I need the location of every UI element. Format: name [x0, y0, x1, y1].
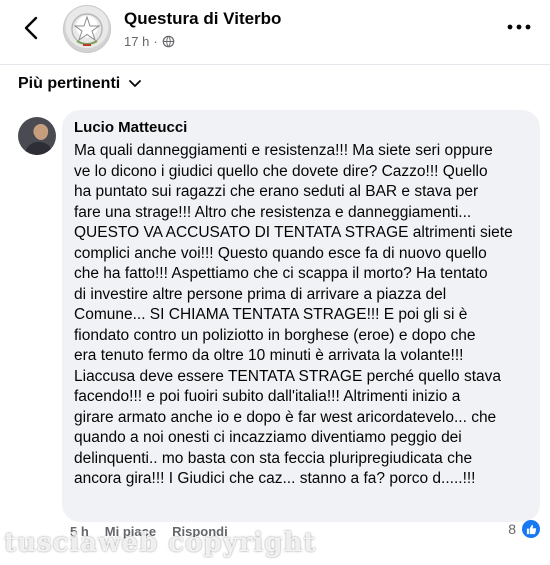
- comment-line: quando a noi onesti ci incazziamo divent…: [74, 429, 462, 446]
- comment-line: Ma quali danneggiamenti e resistenza!!! …: [74, 142, 493, 159]
- like-reaction-icon: [522, 520, 540, 538]
- comment-sort-dropdown[interactable]: Più pertinenti: [18, 75, 142, 93]
- emblem-icon: [71, 13, 103, 46]
- chevron-down-icon: [129, 80, 142, 87]
- comment-line: facendo!!! e poi fuoiri subito dall'ital…: [74, 388, 461, 405]
- back-arrow-icon[interactable]: [18, 14, 46, 42]
- avatar[interactable]: [18, 117, 56, 155]
- more-options-icon[interactable]: [506, 22, 532, 32]
- sort-label: Più pertinenti: [18, 75, 121, 92]
- comment-line: fare una strage!!! Altro che resistenza …: [74, 203, 472, 221]
- comment-line: di investire altre persone prima di arri…: [74, 285, 447, 303]
- comment-line: delinquenti.. mo basta con sta feccia pl…: [74, 449, 473, 467]
- header-divider: [0, 64, 550, 65]
- comment-line: fiondato contro un poliziotto in borghes…: [74, 326, 476, 344]
- post-header: Questura di Viterbo 17 h ·: [0, 0, 550, 64]
- comment-line: ha puntato sui ragazzi che erano seduti …: [74, 183, 479, 200]
- reaction-count: 8: [508, 521, 516, 537]
- comment-line: Liaccusa deve essere TENTATA STRAGE perc…: [74, 367, 502, 385]
- comment-text: Ma quali danneggiamenti e resistenza!!! …: [74, 141, 534, 490]
- watermark: tusciaweb copyright: [4, 528, 317, 558]
- comment-line: complici anche voi!!! Questo quando esce…: [74, 244, 487, 262]
- comment-author[interactable]: Lucio Matteucci: [74, 119, 187, 136]
- post-meta: 17 h ·: [124, 34, 175, 49]
- reaction-summary[interactable]: 8: [508, 520, 540, 538]
- comment-line: era tenuto fermo da oltre 10 minuti è ar…: [74, 347, 464, 364]
- globe-icon: [162, 35, 174, 48]
- comment-line: che ha fatto!!! Aspettiamo che ci scappa…: [74, 265, 488, 282]
- comment-line: Comune... SI CHIAMA TENTATA STRAGE!!! E …: [74, 306, 468, 323]
- page-name[interactable]: Questura di Viterbo: [124, 9, 281, 29]
- comment-line: ve lo dicono i giudici quello che dovete…: [74, 162, 488, 180]
- comment-line: girare armato anche io e dopo è far west…: [74, 408, 497, 426]
- questura-logo[interactable]: [63, 5, 111, 53]
- comment-line: QUESTO VA ACCUSATO DI TENTATA STRAGE alt…: [74, 224, 513, 241]
- post-time[interactable]: 17 h: [124, 34, 149, 49]
- comment-bubble: Lucio Matteucci Ma quali danneggiamenti …: [62, 110, 540, 522]
- profile-photo: [24, 124, 52, 155]
- comment-line: ancora gira!!! I Giudici che caz... stan…: [74, 470, 476, 487]
